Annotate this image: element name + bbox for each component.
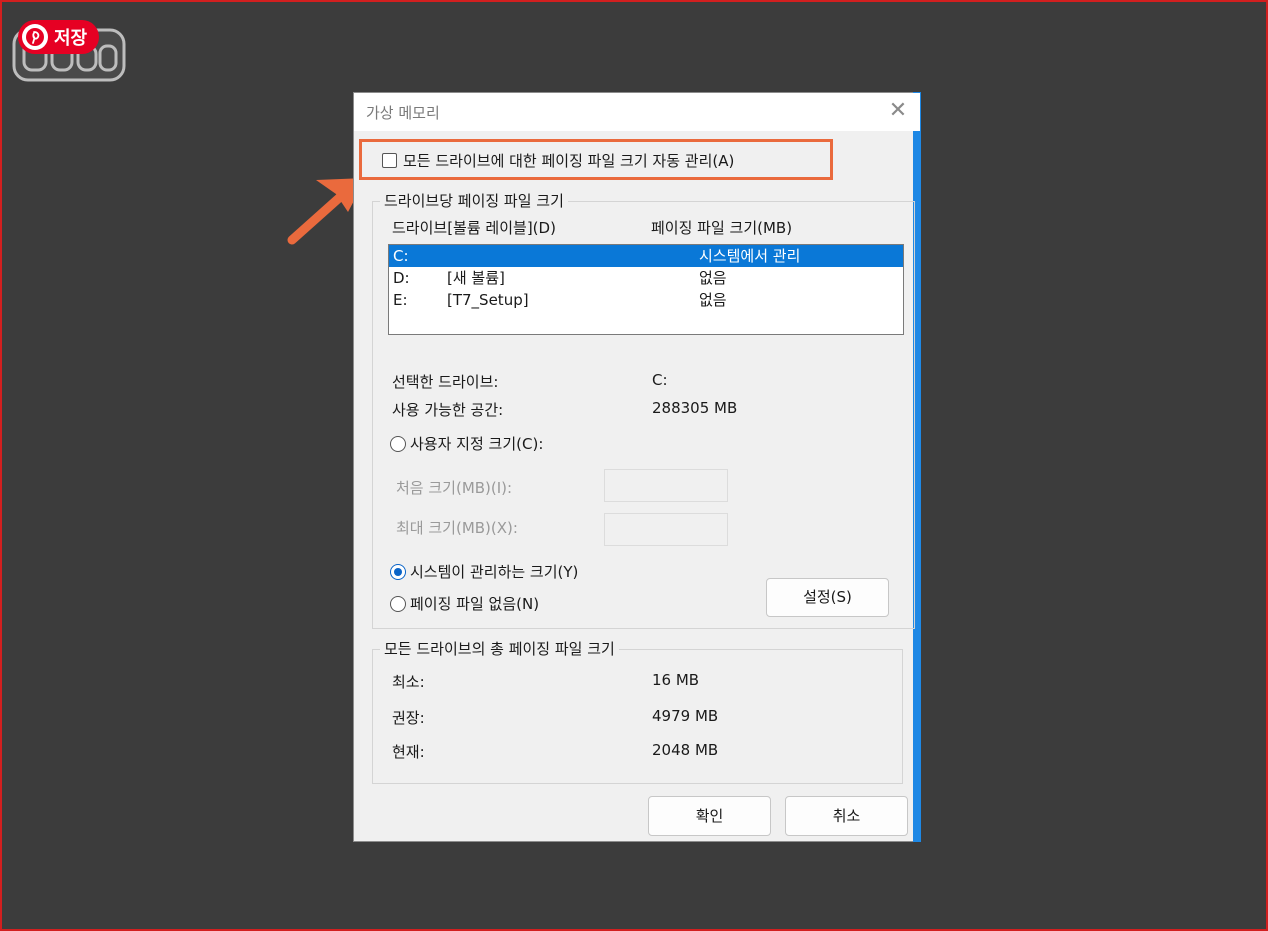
auto-manage-option[interactable]: 모든 드라이브에 대한 페이징 파일 크기 자동 관리(A)	[382, 150, 734, 171]
min-label: 최소:	[392, 673, 425, 691]
system-managed-label: 시스템이 관리하는 크기(Y)	[410, 563, 579, 581]
drive-row-e[interactable]: E: [T7_Setup] 없음	[389, 289, 903, 311]
pinterest-icon	[22, 24, 48, 50]
drive-list[interactable]: C: 시스템에서 관리 D: [새 볼륨] 없음 E: [T7_Setup] 없…	[388, 244, 904, 335]
set-button[interactable]: 설정(S)	[766, 578, 889, 617]
close-icon[interactable]: ✕	[886, 99, 910, 123]
custom-size-option[interactable]: 사용자 지정 크기(C):	[390, 433, 543, 454]
cancel-button[interactable]: 취소	[785, 796, 908, 836]
max-size-input[interactable]	[604, 513, 728, 546]
initial-size-input[interactable]	[604, 469, 728, 502]
no-paging-label: 페이징 파일 없음(N)	[410, 595, 540, 613]
min-value: 16 MB	[652, 671, 700, 689]
size-column-header: 페이징 파일 크기(MB)	[651, 219, 793, 237]
dialog-title: 가상 메모리	[366, 104, 440, 122]
current-value: 2048 MB	[652, 741, 719, 759]
selected-drive-value: C:	[652, 371, 668, 389]
drive-column-header: 드라이브[볼륨 레이블](D)	[392, 219, 556, 237]
pinterest-save-button[interactable]: 저장	[18, 20, 100, 54]
recommended-value: 4979 MB	[652, 707, 719, 725]
system-managed-radio[interactable]	[390, 563, 406, 580]
no-paging-option[interactable]: 페이징 파일 없음(N)	[390, 593, 539, 614]
virtual-memory-dialog: 가상 메모리 ✕ 모든 드라이브에 대한 페이징 파일 크기 자동 관리(A) …	[353, 92, 921, 842]
available-space-label: 사용 가능한 공간:	[392, 401, 504, 419]
auto-manage-label: 모든 드라이브에 대한 페이징 파일 크기 자동 관리(A)	[403, 152, 735, 170]
drive-row-d[interactable]: D: [새 볼륨] 없음	[389, 267, 903, 289]
available-space-value: 288305 MB	[652, 399, 738, 417]
drive-row-c[interactable]: C: 시스템에서 관리	[389, 245, 903, 267]
recommended-label: 권장:	[392, 709, 425, 727]
initial-size-label: 처음 크기(MB)(I):	[396, 479, 513, 497]
custom-size-label: 사용자 지정 크기(C):	[410, 435, 544, 453]
total-size-group	[372, 649, 903, 784]
no-paging-radio[interactable]	[390, 595, 406, 612]
selected-drive-label: 선택한 드라이브:	[392, 373, 499, 391]
title-bar: 가상 메모리 ✕	[354, 93, 920, 131]
total-size-legend: 모든 드라이브의 총 페이징 파일 크기	[380, 638, 619, 659]
per-drive-legend: 드라이브당 페이징 파일 크기	[380, 190, 568, 211]
ok-button[interactable]: 확인	[648, 796, 771, 836]
auto-manage-checkbox[interactable]	[382, 153, 397, 168]
system-managed-option[interactable]: 시스템이 관리하는 크기(Y)	[390, 561, 578, 582]
current-label: 현재:	[392, 743, 425, 761]
max-size-label: 최대 크기(MB)(X):	[396, 519, 518, 537]
custom-size-radio[interactable]	[390, 435, 406, 452]
pinterest-save-label: 저장	[54, 28, 88, 49]
